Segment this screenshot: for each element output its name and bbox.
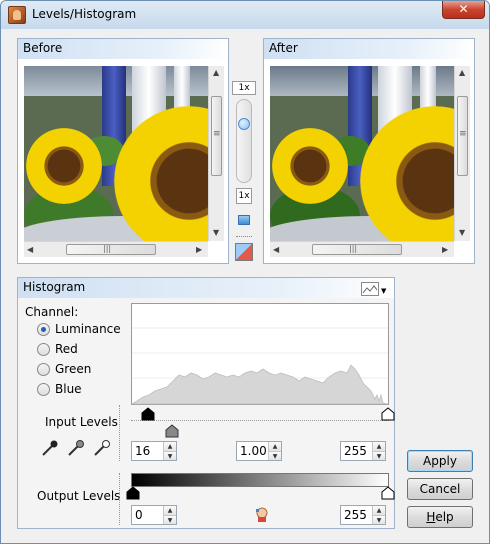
radio-blue[interactable]	[37, 382, 50, 396]
before-horizontal-thumb[interactable]: |||	[66, 244, 156, 255]
help-button[interactable]: Help	[407, 506, 473, 528]
spin-up-icon[interactable]: ▲	[164, 506, 176, 515]
white-eyedropper-icon[interactable]	[93, 439, 111, 457]
zoom-slider-icon[interactable]	[238, 118, 250, 130]
output-white-spinner[interactable]: 255 ▲ ▼	[340, 505, 386, 525]
before-image	[24, 66, 224, 241]
histogram-graph	[131, 303, 389, 405]
gamma-handle[interactable]	[165, 424, 179, 438]
channel-option-red[interactable]: Red	[37, 340, 78, 358]
app-icon	[8, 6, 26, 24]
auto-levels-icon[interactable]	[253, 506, 271, 524]
spin-down-icon[interactable]: ▼	[373, 451, 385, 460]
after-image	[270, 66, 470, 241]
after-vertical-scrollbar[interactable]: ▲ ≡ ▼	[454, 66, 470, 241]
gray-eyedropper-icon[interactable]	[67, 439, 85, 457]
spin-down-icon[interactable]: ▼	[164, 515, 176, 524]
before-panel-title: Before	[18, 39, 228, 59]
input-levels-divider	[119, 405, 122, 461]
input-gamma-spinner[interactable]: 1.00 ▲ ▼	[236, 441, 282, 461]
spin-up-icon[interactable]: ▲	[269, 442, 281, 451]
radio-red[interactable]	[37, 342, 50, 356]
before-horizontal-scrollbar[interactable]: ◀ ||| ▶	[24, 241, 208, 257]
before-panel: Before ▲ ≡ ▼ ◀ ||| ▶	[17, 38, 229, 264]
output-black-spinner[interactable]: 0 ▲ ▼	[131, 505, 177, 525]
split-view-icon[interactable]	[235, 212, 253, 228]
tool-separator	[236, 236, 252, 237]
radio-luminance[interactable]	[37, 322, 50, 336]
channel-option-blue[interactable]: Blue	[37, 380, 82, 398]
output-levels-divider	[119, 473, 122, 525]
radio-green[interactable]	[37, 362, 50, 376]
after-vertical-thumb[interactable]: ≡	[457, 96, 468, 176]
after-panel-title: After	[264, 39, 474, 59]
levels-histogram-window: Levels/Histogram ✕ Before ▲ ≡ ▼ ◀ ||| ▶ …	[0, 0, 490, 544]
fit-icon[interactable]: 1x	[236, 188, 252, 204]
zoom-slider-track[interactable]	[236, 99, 252, 183]
cancel-button[interactable]: Cancel	[407, 478, 473, 500]
spin-up-icon[interactable]: ▲	[373, 442, 385, 451]
window-title: Levels/Histogram	[32, 7, 137, 21]
histogram-panel-title: Histogram	[18, 278, 394, 298]
black-eyedropper-icon[interactable]	[41, 439, 59, 457]
close-button[interactable]: ✕	[442, 1, 485, 19]
title-bar[interactable]: Levels/Histogram ✕	[1, 1, 489, 29]
compare-icon[interactable]	[235, 243, 253, 261]
black-point-handle[interactable]	[141, 407, 155, 421]
input-black-spinner[interactable]: 16 ▲ ▼	[131, 441, 177, 461]
input-white-spinner[interactable]: 255 ▲ ▼	[340, 441, 386, 461]
after-horizontal-thumb[interactable]: |||	[312, 244, 402, 255]
channel-option-luminance[interactable]: Luminance	[37, 320, 121, 338]
before-vertical-thumb[interactable]: ≡	[211, 96, 222, 176]
spin-down-icon[interactable]: ▼	[164, 451, 176, 460]
spin-up-icon[interactable]: ▲	[373, 506, 385, 515]
histogram-mode-icon[interactable]: ▼	[361, 281, 387, 297]
input-levels-track[interactable]	[131, 407, 395, 421]
zoom-level-box: 1x	[232, 81, 256, 95]
white-point-handle[interactable]	[381, 407, 395, 421]
spin-down-icon[interactable]: ▼	[373, 515, 385, 524]
output-levels-label: Output Levels	[37, 489, 121, 503]
channel-option-green[interactable]: Green	[37, 360, 91, 378]
apply-button[interactable]: Apply	[407, 450, 473, 472]
after-panel: After ▲ ≡ ▼ ◀ ||| ▶	[263, 38, 475, 264]
output-gradient-bar	[131, 473, 389, 487]
sunflower-small	[26, 128, 102, 204]
channel-label: Channel:	[25, 305, 79, 319]
spin-up-icon[interactable]: ▲	[164, 442, 176, 451]
output-black-handle[interactable]	[126, 486, 140, 500]
spin-down-icon[interactable]: ▼	[269, 451, 281, 460]
dialog-body: Before ▲ ≡ ▼ ◀ ||| ▶ 1x 1x After ▲ ≡ ▼ ◀…	[7, 31, 483, 537]
before-vertical-scrollbar[interactable]: ▲ ≡ ▼	[208, 66, 224, 241]
close-icon: ✕	[458, 2, 469, 16]
sunflower-small	[272, 128, 348, 204]
input-levels-label: Input Levels	[45, 415, 118, 429]
output-white-handle[interactable]	[381, 486, 395, 500]
after-horizontal-scrollbar[interactable]: ◀ ||| ▶	[270, 241, 454, 257]
